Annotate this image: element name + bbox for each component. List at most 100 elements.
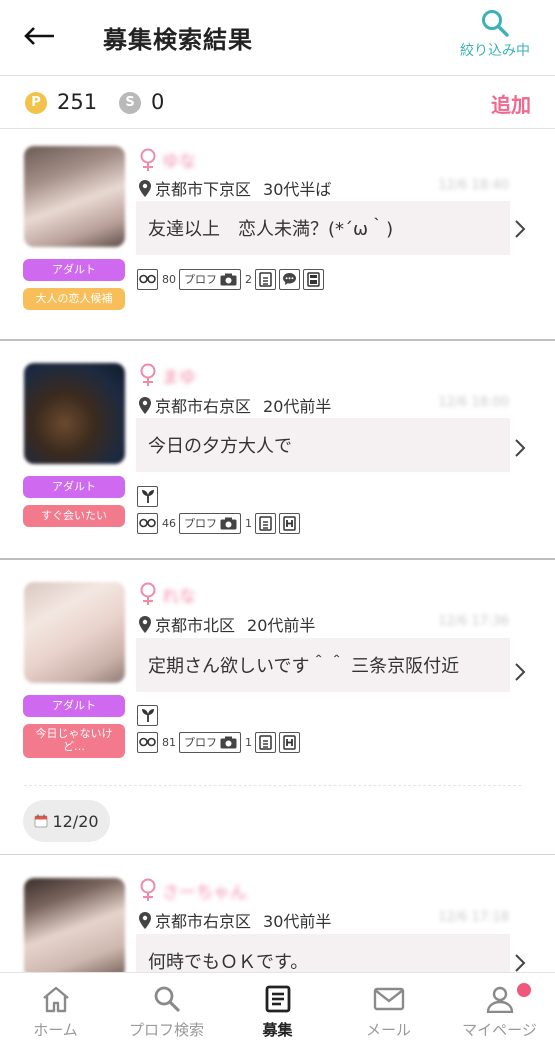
tab-mail[interactable]: メール — [333, 973, 444, 1053]
post-time: 12/6 18:00 — [438, 395, 509, 410]
post-time: 12/6 17:36 — [438, 614, 509, 629]
calendar-icon — [34, 814, 48, 828]
avatar — [24, 878, 125, 972]
tag-badge: すぐ会いたい — [23, 505, 125, 527]
location-text: 京都市下京区 — [155, 180, 252, 199]
plant-icon — [137, 705, 158, 726]
post-card[interactable]: アダルト 今日じゃないけど… れな 京都市北区 20代前半 12/6 17:36… — [0, 560, 555, 785]
notification-dot — [517, 983, 531, 997]
avatar — [24, 582, 125, 683]
location-pin-icon — [139, 911, 151, 929]
filter-button[interactable]: 絞り込み中 — [455, 8, 535, 68]
user-icon — [486, 986, 513, 1013]
post-time: 12/6 17:18 — [438, 910, 509, 925]
search-icon — [482, 10, 509, 37]
bottom-tab-bar: ホーム プロフ検索 募集 メール マイページ — [0, 972, 555, 1053]
adult-badge: アダルト — [23, 476, 125, 498]
profile-icons-row: 46 プロフ 1 — [137, 512, 303, 534]
date-chip: 12/20 — [23, 800, 110, 842]
chevron-right-icon — [515, 220, 526, 238]
document-icon — [255, 731, 276, 753]
post-message: 何時でもＯＫです。 — [136, 934, 510, 972]
user-name: れな — [162, 587, 196, 607]
location-row: 京都市右京区 20代前半 — [138, 393, 331, 417]
location-row: 京都市北区 20代前半 — [138, 612, 315, 636]
screen: 募集検索結果 絞り込み中 P 251 S 0 追加 アダルト 大人の恋人候補 ゆ… — [0, 0, 555, 1053]
view-count: 80 — [162, 272, 176, 286]
mail-icon — [373, 987, 404, 1011]
location-text: 京都市右京区 — [155, 397, 252, 416]
point-value: 251 — [57, 90, 98, 114]
female-icon — [140, 363, 156, 386]
tab-label: 募集 — [262, 1021, 293, 1039]
location-pin-icon — [139, 615, 151, 633]
female-icon — [140, 878, 156, 901]
board-icon — [265, 985, 290, 1013]
service-coin-icon: S — [119, 92, 141, 114]
tab-profile-search[interactable]: プロフ検索 — [111, 973, 222, 1053]
photo-count: 2 — [245, 272, 252, 286]
calculator-icon — [303, 268, 324, 290]
profile-icons-row: 81 プロフ 1 — [137, 731, 303, 753]
female-icon — [140, 148, 156, 171]
filter-label: 絞り込み中 — [460, 43, 530, 59]
camera-icon — [220, 517, 237, 529]
age-text: 30代半ば — [263, 180, 332, 199]
view-count: 46 — [162, 516, 176, 530]
plant-icon — [137, 486, 158, 507]
location-row: 京都市下京区 30代半ば — [138, 176, 331, 200]
post-card[interactable]: アダルト 大人の恋人候補 ゆな 京都市下京区 30代半ば 12/6 18:40 … — [0, 130, 555, 339]
footprint-icon — [137, 731, 158, 753]
footprint-icon — [137, 512, 158, 534]
chevron-right-icon — [515, 439, 526, 457]
profile-icons-row: 80 プロフ 2 — [137, 268, 327, 290]
post-message: 定期さん欲しいです＾＾ 三条京阪付近 — [136, 638, 510, 692]
camera-icon — [220, 736, 237, 748]
view-count: 81 — [162, 735, 176, 749]
post-card[interactable]: さーちゃん 京都市右京区 30代前半 12/6 17:18 何時でもＯＫです。 — [0, 856, 555, 972]
hotel-icon — [279, 731, 300, 753]
photo-count: 1 — [245, 735, 252, 749]
tag-badge: 今日じゃないけど… — [23, 724, 125, 758]
home-icon — [42, 986, 69, 1013]
avatar — [24, 363, 125, 464]
back-arrow-icon — [24, 27, 54, 45]
back-button[interactable] — [22, 18, 62, 54]
chevron-right-icon — [515, 663, 526, 681]
footprint-icon — [137, 268, 158, 290]
chat-icon — [279, 268, 300, 290]
prof-label: プロフ — [184, 517, 217, 530]
prof-label: プロフ — [184, 736, 217, 749]
page-title: 募集検索結果 — [103, 26, 253, 54]
profile-badge: プロフ — [179, 731, 241, 753]
location-text: 京都市北区 — [155, 616, 236, 635]
tab-mypage[interactable]: マイページ — [444, 973, 555, 1053]
dashed-divider — [24, 785, 521, 786]
location-text: 京都市右京区 — [155, 912, 252, 931]
post-message: 友達以上 恋人未満？(*´ω｀) — [136, 201, 510, 255]
female-icon — [140, 582, 156, 605]
hotel-icon — [279, 512, 300, 534]
user-name: ゆな — [162, 152, 196, 172]
service-point-value: 0 — [151, 90, 165, 114]
tag-badge: 大人の恋人候補 — [23, 288, 125, 310]
adult-badge: アダルト — [23, 259, 125, 281]
document-icon — [255, 512, 276, 534]
tab-label: メール — [365, 1021, 411, 1039]
avatar — [24, 146, 125, 247]
tab-label: マイページ — [462, 1021, 537, 1039]
points-bar: P 251 S 0 追加 — [0, 77, 555, 129]
post-card[interactable]: アダルト すぐ会いたい まゆ 京都市右京区 20代前半 12/6 18:00 今… — [0, 341, 555, 558]
add-points-button[interactable]: 追加 — [491, 89, 531, 118]
point-coin-icon: P — [25, 92, 47, 114]
post-message: 今日の夕方大人で — [136, 418, 510, 472]
post-time: 12/6 18:40 — [438, 178, 509, 193]
tab-recruit[interactable]: 募集 — [222, 973, 333, 1053]
tab-home[interactable]: ホーム — [0, 973, 111, 1053]
tab-label: ホーム — [33, 1021, 78, 1039]
tab-label: プロフ検索 — [128, 1021, 204, 1039]
age-text: 30代前半 — [263, 912, 332, 931]
prof-label: プロフ — [184, 273, 217, 286]
camera-icon — [220, 273, 237, 285]
chevron-right-icon — [515, 954, 526, 972]
